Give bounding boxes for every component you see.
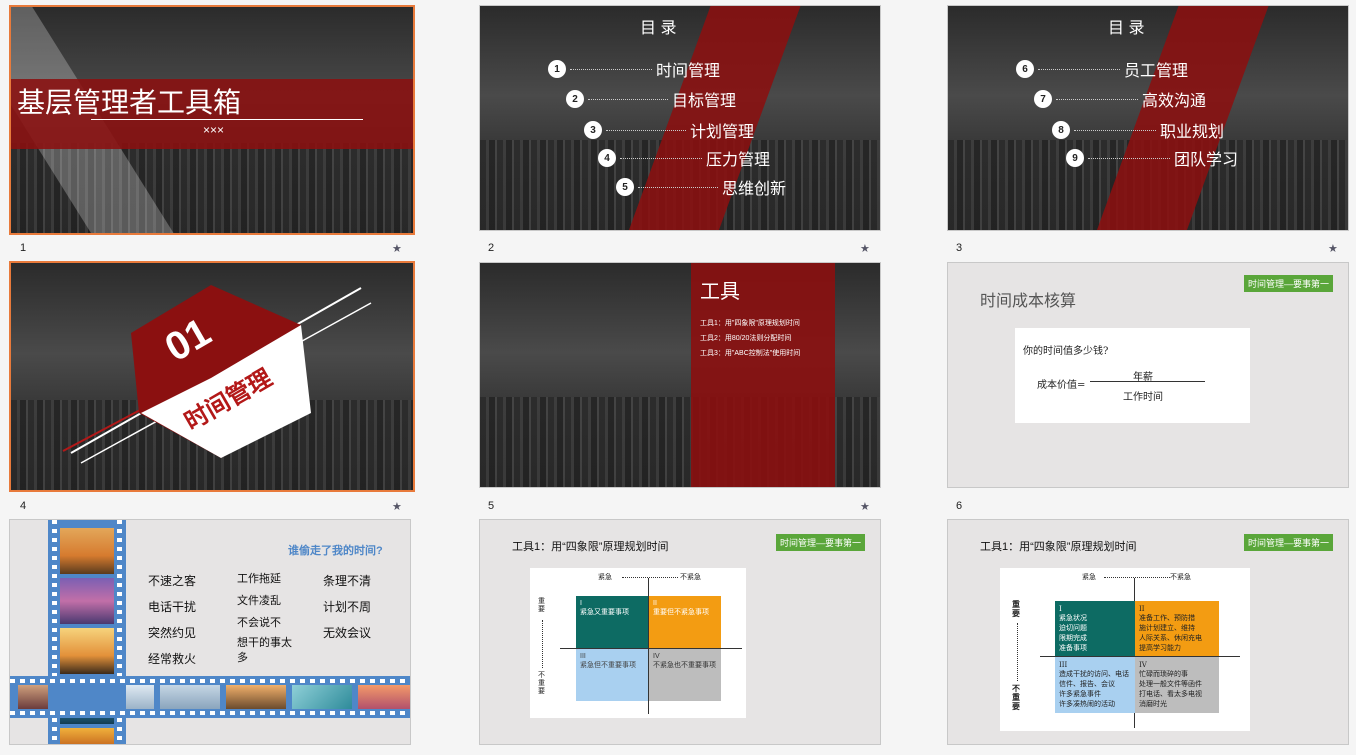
slide-question: 谁偷走了我的时间? [288,545,383,557]
slide-title: 工具1：用“四象限”原理规划时间 [512,541,669,553]
axis-label: 不重要 [538,672,545,695]
slide-thumbnail-9[interactable]: 时间管理—要事第一 工具1：用“四象限”原理规划时间 紧急 不紧急 重要 不重要… [947,519,1349,745]
quadrant-4: IV 忙碌而琐碎的事 处理一般文件等函件 打电话、看太多电视 消磨时光 [1135,657,1219,713]
time-thief-word: 经常救火 [148,652,197,666]
photo-thumbnail [60,628,114,674]
axis-label: 不重要 [1012,684,1020,711]
quadrant-chart: 紧急 不紧急 重要 不重要 I 紧急状况 迫切问题 限期完成 准备事项 II 准… [1000,568,1250,731]
time-thief-word: 条理不清 [323,574,372,588]
toc-heading: 目 录 [1108,20,1145,37]
film-strip-horizontal [10,676,410,718]
slide-thumbnail-3[interactable]: 目 录 6 员工管理 7 高效沟通 8 职业规划 9 团队学习 [947,5,1349,231]
tools-heading: 工具 [700,281,740,303]
photo-thumbnail [292,685,352,709]
toc-item[interactable]: 6 员工管理 [1016,57,1188,81]
animation-star-icon: ★ [392,243,402,255]
quadrant-chart: 紧急 不紧急 重要 不重要 I 紧急又重要事项 II 重要但不紧急事项 III … [530,568,746,718]
photo-thumbnail [60,728,114,744]
section-tag: 时间管理—要事第一 [1244,275,1334,292]
section-tag: 时间管理—要事第一 [1244,534,1334,551]
toc-item[interactable]: 1 时间管理 [548,57,720,81]
formula-card: 你的时间值多少钱? 成本价值= 年薪 工作时间 [1015,328,1250,423]
quadrant-2: II 准备工作、预防措 施计划建立、维持 人际关系、休闲充电 提高学习能力 [1135,601,1219,656]
time-thief-word: 工作拖延 [237,573,281,585]
slide-thumbnail-5[interactable]: 工具 工具1：用"四象限"原理规划时间 工具2：用80/20法则分配时间 工具3… [479,262,881,488]
axis-line [542,620,543,668]
quadrant-1: I 紧急又重要事项 [576,596,648,648]
quadrant-4: IV 不紧急也不重要事项 [649,649,721,701]
axis-line [622,577,678,578]
time-thief-word: 文件凌乱 [237,595,281,607]
tool-line: 工具1：用"四象限"原理规划时间 [700,320,800,327]
time-thief-word: 无效会议 [323,626,372,640]
tool-line: 工具2：用80/20法则分配时间 [700,335,792,342]
tool-line: 工具3：用"ABC控制法"使用时间 [700,350,801,357]
time-thief-word: 计划不周 [323,600,372,614]
slide-number: 2 [488,242,495,254]
toc-item[interactable]: 9 团队学习 [1066,146,1238,170]
slide-thumbnail-7[interactable]: 谁偷走了我的时间? 不速之客 电话干扰 突然约见 经常救火 工作拖延 文件凌乱 … [9,519,411,745]
time-thief-word: 电话干扰 [148,600,197,614]
toc-heading: 目 录 [640,20,677,37]
quadrant-2: II 重要但不紧急事项 [649,596,721,648]
formula-question: 你的时间值多少钱? [1023,346,1109,357]
quadrant-1: I 紧急状况 迫切问题 限期完成 准备事项 [1055,601,1135,656]
section-tag: 时间管理—要事第一 [776,534,866,551]
quadrant-3: III 紧急但不重要事项 [576,649,648,701]
axis-line [1104,577,1170,578]
toc-item[interactable]: 7 高效沟通 [1034,87,1206,111]
slide-number: 1 [20,242,27,254]
toc-item[interactable]: 5 思维创新 [616,175,786,199]
toc-item[interactable]: 2 目标管理 [566,87,736,111]
slide-title: 工具1：用“四象限”原理规划时间 [980,541,1137,553]
axis-label: 紧急 [598,574,612,581]
slide-number: 5 [488,500,495,512]
axis-label: 重要 [1012,600,1020,618]
axis-line [1017,623,1018,681]
time-thief-word: 不速之客 [148,574,197,588]
section-graphic [62,285,372,464]
axis-label: 重要 [538,598,545,613]
photo-thumbnail [18,685,48,709]
time-thief-word: 不会说不 [237,617,281,629]
axis-label: 紧急 [1082,574,1096,581]
slide-thumbnail-8[interactable]: 时间管理—要事第一 工具1：用“四象限”原理规划时间 紧急 不紧急 重要 不重要… [479,519,881,745]
animation-star-icon: ★ [860,501,870,513]
slide-thumbnail-6[interactable]: 时间管理—要事第一 时间成本核算 你的时间值多少钱? 成本价值= 年薪 工作时间 [947,262,1349,488]
slide-number: 6 [956,500,963,512]
photo-thumbnail [226,685,286,709]
slide-number: 3 [956,242,963,254]
toc-item[interactable]: 4 压力管理 [598,146,770,170]
slide-title: 基层管理者工具箱 [17,87,242,118]
animation-star-icon: ★ [392,501,402,513]
quadrant-3: III 造成干扰的访问、电话 信件、报告、会议 许多紧急事件 许多凑热闹的活动 [1055,657,1135,713]
formula-left: 成本价值= [1037,380,1086,391]
photo-thumbnail [160,685,220,709]
time-thief-word: 想干的事太多 [237,637,292,664]
axis-label: 不紧急 [1170,574,1191,581]
fraction-bar [1090,381,1205,382]
formula-denominator: 工作时间 [1123,392,1163,403]
toc-item[interactable]: 8 职业规划 [1052,118,1224,142]
photo-thumbnail [126,685,154,709]
slide-thumbnail-1[interactable]: 基层管理者工具箱 ××× [9,5,415,235]
slide-number: 4 [20,500,27,512]
photo-thumbnail [358,685,410,709]
slide-title: 时间成本核算 [980,293,1077,310]
time-thief-word: 突然约见 [148,626,197,640]
photo-thumbnail [60,528,114,574]
slide-subtitle: ××× [203,123,225,137]
slide-thumbnail-2[interactable]: 目 录 1 时间管理 2 目标管理 3 计划管理 4 压力管理 5 思维创新 [479,5,881,231]
animation-star-icon: ★ [860,243,870,255]
animation-star-icon: ★ [1328,243,1338,255]
photo-thumbnail [60,578,114,624]
title-underline [91,119,363,120]
slide-thumbnail-4[interactable]: 01 时间管理 [9,261,415,492]
axis-label: 不紧急 [680,574,701,581]
toc-item[interactable]: 3 计划管理 [584,118,754,142]
